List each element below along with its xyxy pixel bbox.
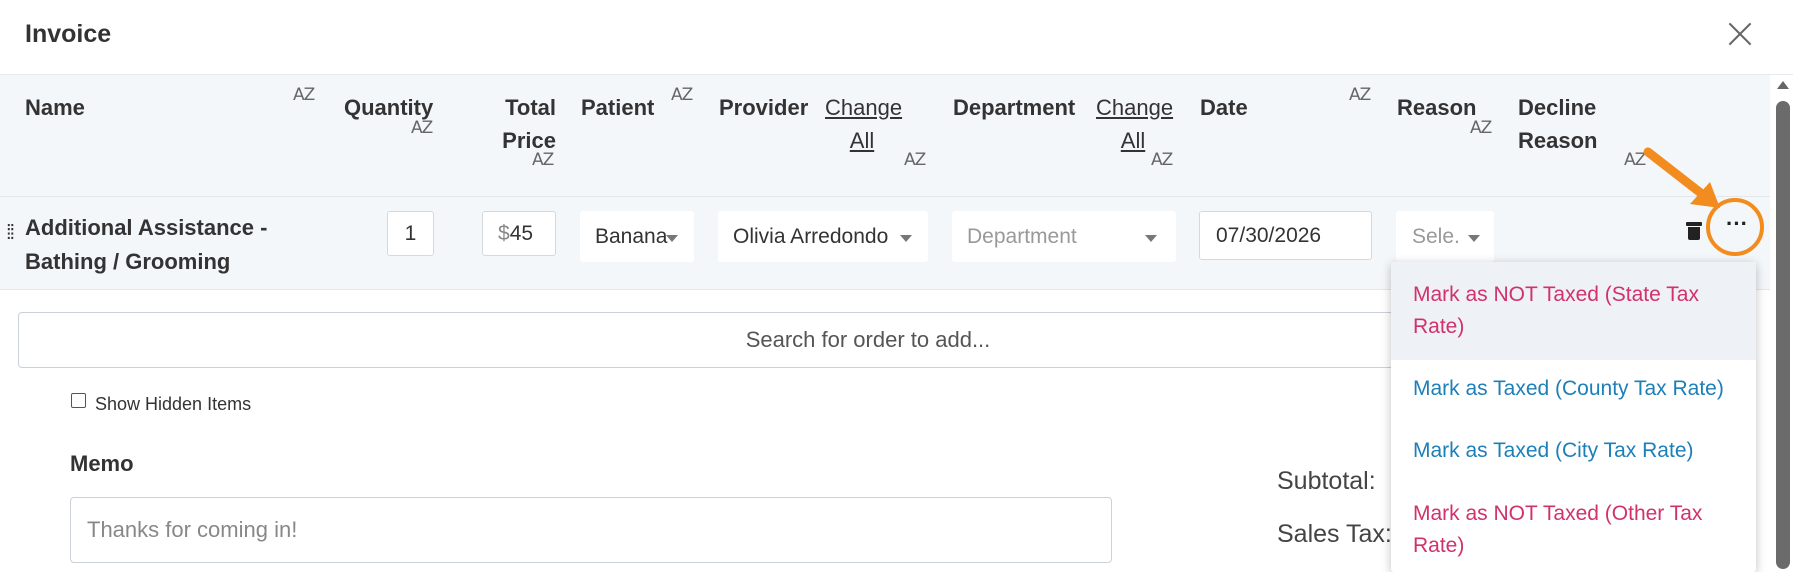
close-icon[interactable] [1723, 17, 1757, 51]
reason-placeholder: Sele. [1412, 225, 1460, 248]
chevron-down-icon [900, 235, 912, 242]
column-total-price-line1: Total [505, 95, 556, 120]
change-all-line2: All [849, 128, 875, 153]
scroll-up-icon[interactable] [1777, 81, 1789, 89]
column-total-price[interactable]: Total Price [492, 91, 556, 157]
price-input[interactable]: $45 [482, 211, 556, 256]
annotation-arrow [1643, 147, 1720, 208]
sort-icon[interactable]: AZ [1349, 85, 1371, 105]
memo-input[interactable]: Thanks for coming in! [70, 497, 1112, 563]
sort-icon[interactable]: AZ [532, 150, 554, 170]
currency-symbol: $ [498, 222, 510, 245]
item-name-line1: Additional Assistance - [25, 215, 268, 240]
chevron-down-icon [1468, 235, 1480, 242]
change-all-line1: Change [1096, 95, 1174, 120]
change-all-line1: Change [825, 95, 903, 120]
department-select[interactable]: Department [952, 211, 1176, 262]
quantity-input[interactable]: 1 [387, 211, 434, 256]
menu-item-text: Mark as Taxed (City Tax Rate) [1413, 439, 1694, 462]
show-hidden-checkbox[interactable] [71, 393, 86, 408]
column-decline-reason-line1: Decline [1518, 95, 1597, 120]
column-department[interactable]: Department [953, 91, 1075, 124]
column-date[interactable]: Date [1200, 91, 1248, 124]
column-patient[interactable]: Patient [581, 91, 654, 124]
menu-item-text: Mark as NOT Taxed (Other Tax [1413, 502, 1703, 525]
sort-icon[interactable]: AZ [671, 85, 693, 105]
sales-tax-label: Sales Tax: [1277, 520, 1392, 548]
provider-change-all-link[interactable]: Change All [825, 91, 903, 157]
drag-handle-icon[interactable]: ⁞⁞ [6, 223, 18, 243]
date-input[interactable]: 07/30/2026 [1199, 211, 1372, 260]
menu-item-taxed-city[interactable]: Mark as Taxed (City Tax Rate) [1391, 435, 1756, 467]
menu-item-taxed-county[interactable]: Mark as Taxed (County Tax Rate) [1391, 373, 1756, 405]
menu-item-text: Rate) [1413, 315, 1465, 338]
scroll-thumb[interactable] [1776, 101, 1790, 569]
menu-item-text: Rate) [1413, 534, 1465, 557]
change-all-line2: All [1120, 128, 1146, 153]
reason-select[interactable]: Sele. [1396, 211, 1494, 262]
column-name[interactable]: Name [25, 91, 85, 124]
sort-icon[interactable]: AZ [1470, 118, 1492, 138]
column-provider[interactable]: Provider [719, 91, 808, 124]
chevron-down-icon [1145, 235, 1157, 242]
column-decline-reason[interactable]: Decline Reason [1518, 91, 1597, 157]
column-reason[interactable]: Reason [1397, 91, 1476, 124]
provider-value: Olivia Arredondo [733, 225, 889, 248]
menu-item-text: Mark as Taxed (County Tax Rate) [1413, 377, 1724, 400]
modal-header: Invoice [0, 0, 1793, 75]
patient-value: Banana [595, 225, 668, 248]
item-name: Additional Assistance - Bathing / Groomi… [25, 211, 267, 279]
modal-title: Invoice [25, 20, 112, 48]
subtotal-label: Subtotal: [1277, 467, 1376, 495]
scrollbar[interactable] [1773, 75, 1793, 569]
sort-icon[interactable]: AZ [293, 85, 315, 105]
show-hidden-label[interactable]: Show Hidden Items [95, 394, 251, 415]
tax-options-menu: Mark as NOT Taxed (State Tax Rate) Mark … [1391, 262, 1756, 572]
memo-label: Memo [70, 451, 134, 476]
sort-icon[interactable]: AZ [1151, 150, 1173, 170]
menu-item-not-taxed-other[interactable]: Mark as NOT Taxed (Other Tax Rate) [1391, 498, 1756, 562]
provider-select[interactable]: Olivia Arredondo [718, 211, 928, 262]
price-value: 45 [509, 222, 534, 245]
department-placeholder: Department [967, 225, 1077, 248]
menu-item-text: Mark as NOT Taxed (State Tax [1413, 283, 1699, 306]
column-decline-reason-line2: Reason [1518, 128, 1598, 153]
sort-icon[interactable]: AZ [904, 150, 926, 170]
table-header: Name AZ Quantity AZ Total Price AZ Patie… [0, 75, 1770, 197]
chevron-down-icon [666, 235, 678, 242]
item-name-line2: Bathing / Grooming [25, 249, 231, 274]
sort-icon[interactable]: AZ [411, 118, 433, 138]
menu-item-not-taxed-state[interactable]: Mark as NOT Taxed (State Tax Rate) [1391, 262, 1756, 360]
department-change-all-link[interactable]: Change All [1096, 91, 1174, 157]
trash-icon[interactable] [1686, 222, 1702, 240]
patient-select[interactable]: Banana [580, 211, 694, 262]
